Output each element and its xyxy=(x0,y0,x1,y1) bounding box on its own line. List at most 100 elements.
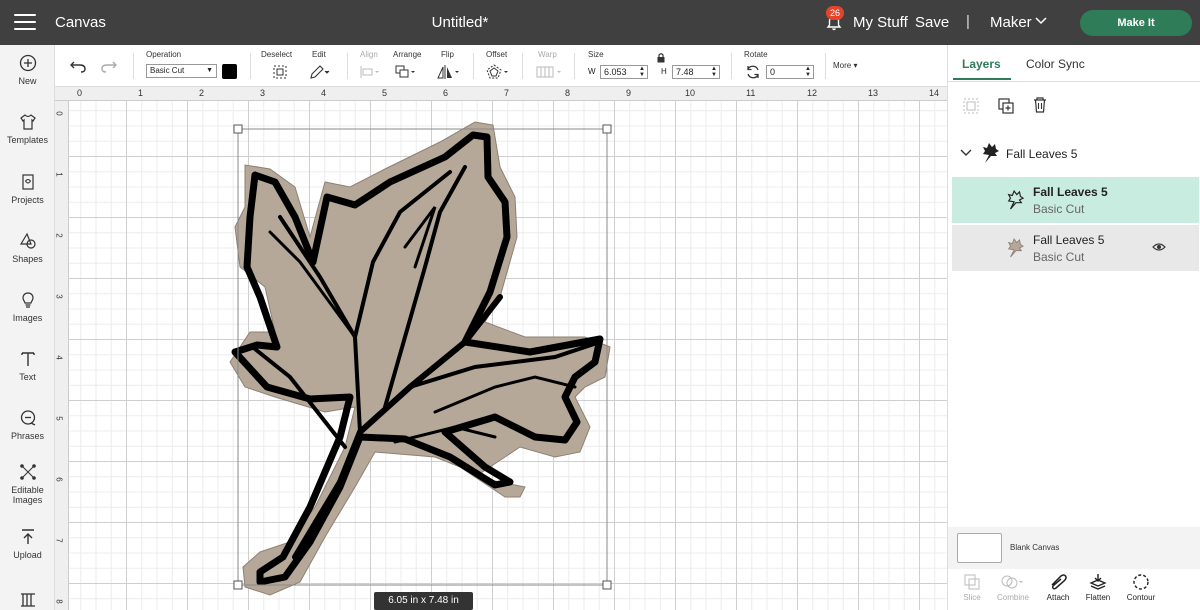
tab-color-sync[interactable]: Color Sync xyxy=(1026,57,1085,71)
save-button[interactable]: Save xyxy=(915,14,949,31)
arrange-icon[interactable] xyxy=(395,65,417,79)
sidebar-item-label: Editable xyxy=(11,485,44,495)
sidebar-item-label: Shapes xyxy=(12,254,43,264)
sidebar-item-label: Images xyxy=(12,313,43,323)
chevron-down-icon[interactable] xyxy=(1035,16,1047,26)
document-title[interactable]: Untitled* xyxy=(0,14,920,31)
leaf-thumbnail-icon xyxy=(983,143,999,163)
shapes-icon xyxy=(19,232,36,249)
chevron-down-icon[interactable] xyxy=(960,148,972,158)
sidebar-item-images[interactable]: Images xyxy=(0,291,55,323)
undo-icon[interactable] xyxy=(69,59,87,73)
edit-pen-icon[interactable] xyxy=(309,64,331,80)
height-label: H xyxy=(661,67,667,76)
duplicate-icon[interactable] xyxy=(997,97,1015,115)
sidebar-item-text[interactable]: Text xyxy=(0,350,55,382)
my-stuff-link[interactable]: My Stuff xyxy=(853,14,908,31)
editable-images-icon xyxy=(19,464,36,480)
attach-button[interactable]: Attach xyxy=(1036,573,1080,602)
selection-handle xyxy=(602,124,612,134)
operation-label: Operation xyxy=(146,50,182,59)
tool-label: Combine xyxy=(996,593,1029,602)
edit-group[interactable]: Edit xyxy=(312,50,326,59)
more-button[interactable]: More ▾ xyxy=(833,61,857,70)
spinner-icon[interactable]: ▲ ▼ xyxy=(639,66,645,78)
layer-group-row[interactable]: Fall Leaves 5 xyxy=(948,140,1200,168)
toolbar-divider xyxy=(473,53,474,79)
lightbulb-icon xyxy=(21,292,34,308)
spinner-icon[interactable]: ▲ ▼ xyxy=(805,66,811,78)
slice-icon xyxy=(964,574,980,590)
toolbar-divider xyxy=(133,53,134,79)
sidebar-item-templates[interactable]: Templates xyxy=(0,113,55,145)
deselect-group[interactable]: Deselect xyxy=(261,50,292,59)
flatten-button[interactable]: Flatten xyxy=(1076,573,1120,602)
rotate-input[interactable]: 0 ▲ ▼ xyxy=(766,65,814,79)
operation-value: Basic Cut xyxy=(150,66,185,75)
deselect-icon[interactable] xyxy=(272,64,288,80)
sidebar-item-label: Upload xyxy=(13,550,42,560)
sidebar-item-upload[interactable]: Upload xyxy=(0,528,55,560)
selection-handle xyxy=(233,124,243,134)
operation-select[interactable]: Basic Cut ▼ xyxy=(146,64,217,78)
blank-canvas-thumbnail[interactable] xyxy=(957,533,1002,563)
operation-color-swatch[interactable] xyxy=(222,64,237,79)
divider xyxy=(948,81,1200,82)
deselect-label: Deselect xyxy=(261,50,293,59)
toolbar-divider xyxy=(250,53,251,79)
leaf-design[interactable] xyxy=(55,87,947,610)
sidebar-item-new[interactable]: New xyxy=(0,54,55,86)
plus-circle-icon xyxy=(19,54,36,72)
sidebar-item-projects[interactable]: Projects xyxy=(0,173,55,205)
offset-group[interactable]: Offset xyxy=(486,50,507,59)
offset-icon[interactable] xyxy=(486,64,510,80)
sidebar-item-more[interactable] xyxy=(0,590,55,610)
tshirt-icon xyxy=(19,114,36,130)
layer-row[interactable]: Fall Leaves 5 Basic Cut xyxy=(952,177,1199,223)
top-bar: Canvas Untitled* 26 My Stuff Save | Make… xyxy=(0,0,1200,45)
tab-layers[interactable]: Layers xyxy=(962,57,1001,71)
operation-group: Operation xyxy=(146,50,181,59)
tool-label: Contour xyxy=(1126,593,1156,602)
width-input[interactable]: 6.053 ▲ ▼ xyxy=(600,65,648,79)
flip-group[interactable]: Flip xyxy=(441,50,454,59)
size-group: Size xyxy=(588,50,604,59)
edit-toolbar: Operation Basic Cut ▼ Deselect Edit Alig… xyxy=(55,45,947,87)
sidebar-item-phrases[interactable]: Phrases xyxy=(0,409,55,441)
height-input[interactable]: 7.48 ▲ ▼ xyxy=(672,65,720,79)
rotate-icon[interactable] xyxy=(745,64,761,80)
slice-button[interactable]: Slice xyxy=(950,573,994,602)
trash-icon[interactable] xyxy=(1031,96,1049,114)
sidebar-item-editable-images[interactable]: Editable Images xyxy=(0,463,55,505)
selection-handle xyxy=(233,580,243,590)
sidebar-item-label: Phrases xyxy=(10,431,45,441)
active-tab-indicator xyxy=(953,78,1011,80)
toolbar-divider xyxy=(347,53,348,79)
redo-icon[interactable] xyxy=(100,59,118,73)
contour-button[interactable]: Contour xyxy=(1119,573,1163,602)
sidebar-item-label: Projects xyxy=(11,195,44,205)
design-canvas[interactable]: 0 1 2 3 4 5 6 7 8 9 10 11 12 13 14 0 1 2… xyxy=(55,87,947,610)
more-label: More xyxy=(833,61,852,70)
arrange-group[interactable]: Arrange xyxy=(393,50,421,59)
toolbar-divider xyxy=(574,53,575,79)
layer-name: Fall Leaves 5 xyxy=(1033,185,1108,199)
sidebar-item-label: New xyxy=(18,76,37,86)
sidebar-item-label-line2: Images xyxy=(12,495,43,505)
lock-icon[interactable] xyxy=(656,52,666,63)
sidebar-item-label: Templates xyxy=(6,135,49,145)
blank-canvas-row[interactable]: Blank Canvas xyxy=(948,527,1200,569)
make-it-button[interactable]: Make It xyxy=(1080,10,1192,36)
leaf-thumbnail-icon xyxy=(1007,238,1024,258)
flip-icon[interactable] xyxy=(437,64,461,80)
machine-select[interactable]: Maker xyxy=(990,14,1032,31)
toolbar-divider xyxy=(825,53,826,79)
layer-row[interactable]: Fall Leaves 5 Basic Cut xyxy=(952,225,1199,271)
eye-icon[interactable] xyxy=(1152,242,1166,252)
text-icon xyxy=(20,352,35,366)
combine-button[interactable]: Combine xyxy=(991,573,1035,602)
sidebar-item-shapes[interactable]: Shapes xyxy=(0,232,55,264)
layer-name: Fall Leaves 5 xyxy=(1033,233,1105,247)
spinner-icon[interactable]: ▲ ▼ xyxy=(711,66,717,78)
caret-down-icon: ▼ xyxy=(206,67,213,74)
